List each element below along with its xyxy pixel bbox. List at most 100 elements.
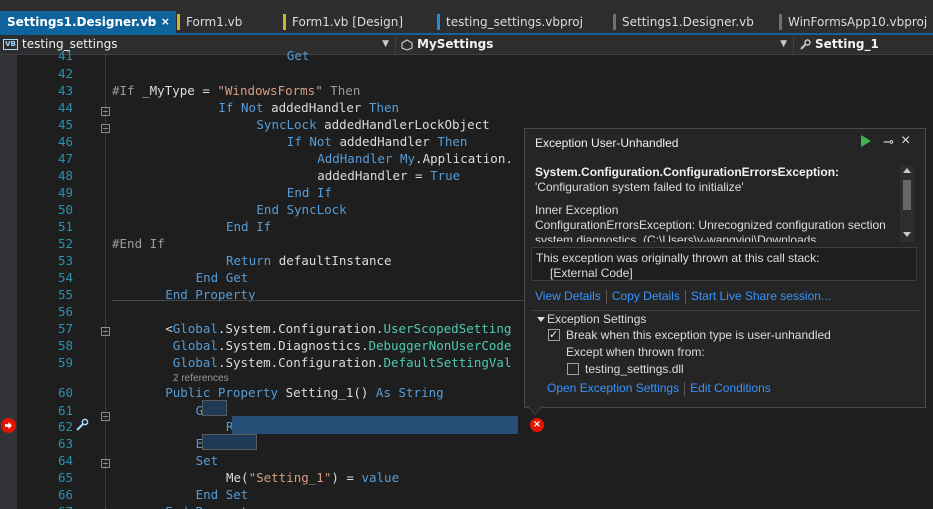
code-token: Set: [195, 453, 219, 468]
tab-color-marker: [437, 14, 440, 30]
tab-form1-vb[interactable]: Form1.vb: [177, 11, 277, 33]
code-line[interactable]: Global.System.Configuration.DefaultSetti…: [173, 355, 512, 370]
popup-divider: [531, 310, 919, 311]
copy-details-link[interactable]: Copy Details: [612, 289, 680, 303]
code-line[interactable]: Get: [287, 48, 310, 63]
code-line[interactable]: #If _MyType = "WindowsForms" Then: [112, 83, 360, 98]
except-when-thrown-label: Except when thrown from:: [566, 345, 705, 359]
method-separator: [112, 300, 524, 301]
code-token: If Not: [286, 134, 340, 149]
code-line[interactable]: End SyncLock: [256, 202, 346, 217]
testing-settings-dll-checkbox[interactable]: [567, 363, 579, 375]
continue-icon[interactable]: [861, 135, 871, 147]
line-number: 59: [57, 355, 73, 370]
start-live-share-link[interactable]: Start Live Share session...: [691, 289, 831, 303]
code-token: AddHandler: [317, 151, 400, 166]
link-divider: [605, 289, 607, 304]
code-line[interactable]: End If: [287, 185, 332, 200]
code-line[interactable]: End If: [226, 219, 271, 234]
pin-icon[interactable]: ⊸: [883, 134, 894, 150]
type-dropdown[interactable]: MySettings ▼: [397, 35, 794, 55]
break-when-unhandled-label[interactable]: Break when this exception type is user-u…: [566, 328, 831, 342]
codelens-references[interactable]: 2 references: [173, 373, 229, 384]
code-token: addedHandler: [339, 134, 438, 149]
member-dropdown[interactable]: Setting_1: [795, 35, 933, 55]
code-line[interactable]: AddHandler My.Application.: [317, 151, 513, 166]
line-number: 62: [57, 419, 73, 434]
quick-actions-icon[interactable]: [75, 418, 89, 432]
code-line[interactable]: Set: [196, 453, 219, 468]
code-token: addedHandlerLockObject: [324, 117, 490, 132]
scrollbar-thumb[interactable]: [903, 180, 911, 210]
code-token: End If: [286, 185, 332, 200]
code-token: .System.Configuration.: [217, 321, 384, 336]
call-stack-box: This exception was originally thrown at …: [531, 247, 917, 281]
line-number: 51: [57, 219, 73, 234]
code-line[interactable]: If Not addedHandler Then: [218, 100, 399, 115]
details-scrollbar[interactable]: [900, 166, 914, 242]
exception-settings-header[interactable]: Exception Settings: [547, 312, 646, 326]
edit-conditions-link[interactable]: Edit Conditions: [690, 381, 771, 395]
code-token: addedHandler: [271, 100, 369, 115]
break-when-unhandled-checkbox[interactable]: ✓: [548, 329, 560, 341]
exception-type: System.Configuration.ConfigurationErrors…: [535, 165, 840, 179]
error-marker-icon[interactable]: ×: [530, 418, 544, 432]
code-line[interactable]: End Set: [196, 487, 249, 502]
tab-form1-vb-design[interactable]: Form1.vb [Design]: [283, 11, 431, 33]
code-line[interactable]: Global.System.Diagnostics.DebuggerNonUse…: [173, 338, 512, 353]
tab-settings1-designer-vb-active[interactable]: Settings1.Designer.vb ⊸ ×: [0, 11, 176, 33]
code-line[interactable]: If Not addedHandler Then: [287, 134, 468, 149]
close-icon[interactable]: ×: [901, 132, 910, 150]
collapse-outline-icon[interactable]: [101, 412, 110, 421]
code-line[interactable]: End Get: [196, 270, 249, 285]
code-token: End If: [226, 219, 272, 234]
close-tab-icon[interactable]: ×: [161, 11, 170, 33]
code-token: End Property: [165, 504, 255, 509]
code-token: DefaultSettingVal: [383, 355, 512, 370]
tab-color-marker: [177, 14, 180, 30]
document-tab-strip: Settings1.Designer.vb ⊸ × Form1.vb Form1…: [0, 0, 933, 34]
exception-message: 'Configuration system failed to initiali…: [535, 180, 744, 194]
code-line[interactable]: End Property: [165, 504, 255, 509]
collapse-outline-icon[interactable]: [101, 124, 110, 133]
collapse-triangle-icon[interactable]: [537, 317, 545, 322]
collapse-outline-icon[interactable]: [101, 459, 110, 468]
tab-winformsapp10-vbproj[interactable]: WinFormsApp10.vbproj: [779, 11, 933, 33]
scroll-down-icon[interactable]: [903, 232, 911, 237]
code-token: End Set: [195, 487, 249, 502]
collapse-outline-icon[interactable]: [101, 107, 110, 116]
get-highlight: [202, 400, 227, 416]
glyph-margin[interactable]: [0, 55, 17, 509]
tab-settings1-designer-vb-2[interactable]: Settings1.Designer.vb: [613, 11, 773, 33]
code-token: UserScopedSetting: [383, 321, 512, 336]
line-number: 57: [57, 321, 73, 336]
code-line[interactable]: addedHandler = True: [317, 168, 460, 183]
exception-details-panel[interactable]: System.Configuration.ConfigurationErrors…: [535, 156, 915, 242]
scroll-up-icon[interactable]: [903, 168, 911, 173]
code-token: value: [361, 470, 400, 485]
line-number: 50: [57, 202, 73, 217]
code-line[interactable]: Return defaultInstance: [226, 253, 392, 268]
testing-settings-dll-label[interactable]: testing_settings.dll: [585, 362, 684, 376]
line-number: 48: [57, 168, 73, 183]
member-dropdown-label: Setting_1: [815, 37, 879, 51]
code-line[interactable]: <Global.System.Configuration.UserScopedS…: [165, 321, 511, 336]
popup-bottom-links: Open Exception Settings Edit Conditions: [547, 381, 771, 396]
pin-icon[interactable]: ⊸: [148, 11, 156, 33]
line-number: 67: [20, 504, 73, 509]
code-line[interactable]: #End If: [112, 236, 165, 251]
line-number: 58: [57, 338, 73, 353]
code-token: Me(: [226, 470, 249, 485]
code-token: SyncLock: [256, 117, 325, 132]
tab-testing-settings-vbproj[interactable]: testing_settings.vbproj: [437, 11, 607, 33]
collapse-outline-icon[interactable]: [101, 327, 110, 336]
code-token: Public Property: [165, 385, 286, 400]
exception-current-line-icon[interactable]: [1, 418, 16, 433]
code-line[interactable]: Public Property Setting_1() As String: [165, 385, 443, 400]
code-token: Get: [286, 48, 310, 63]
view-details-link[interactable]: View Details: [535, 289, 601, 303]
open-exception-settings-link[interactable]: Open Exception Settings: [547, 381, 679, 395]
code-line[interactable]: SyncLock addedHandlerLockObject: [256, 117, 489, 132]
code-line[interactable]: Me("Setting_1") = value: [226, 470, 399, 485]
call-stack-item[interactable]: [External Code]: [550, 266, 633, 280]
